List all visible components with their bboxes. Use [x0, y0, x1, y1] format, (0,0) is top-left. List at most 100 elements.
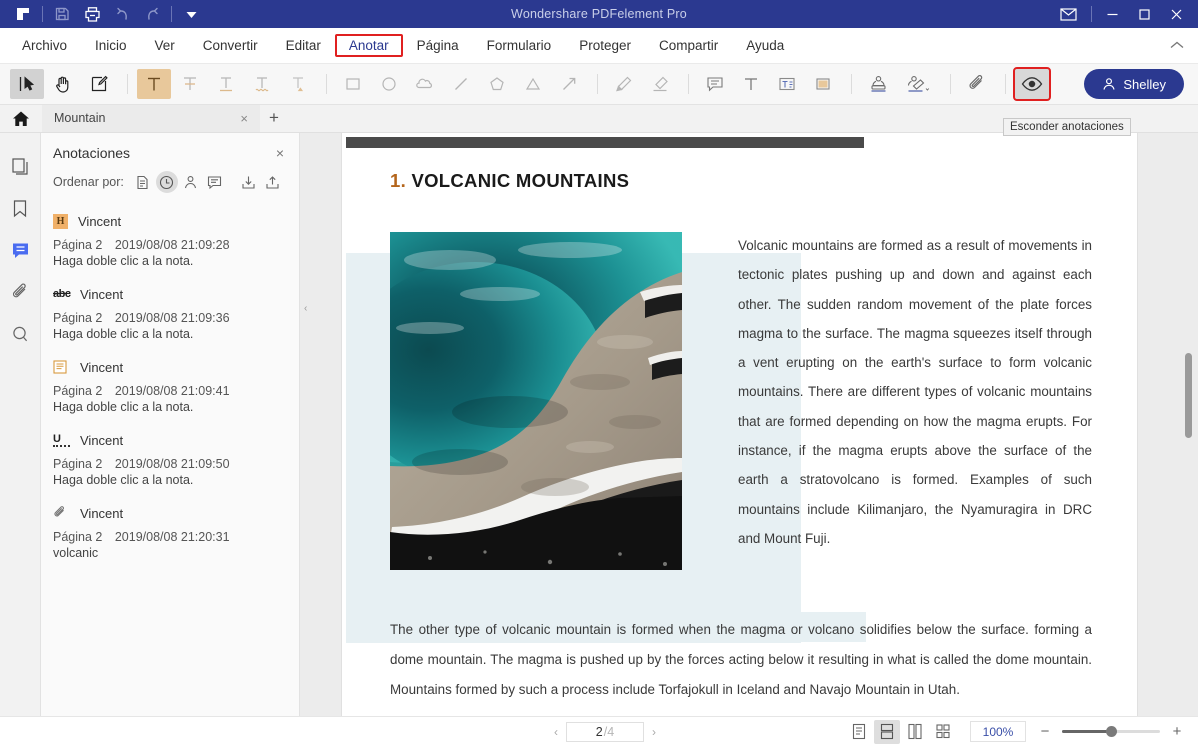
zoom-slider[interactable]	[1062, 726, 1160, 737]
close-button[interactable]	[1160, 0, 1192, 28]
menu-item-ver[interactable]: Ver	[141, 34, 189, 57]
pdf-page[interactable]: 1. VOLCANIC MOUNTAINS Volcanic mountains…	[342, 133, 1137, 716]
caret-tool[interactable]	[281, 69, 315, 99]
save-icon[interactable]	[47, 1, 77, 27]
line-tool[interactable]	[444, 69, 478, 99]
menu-item-ayuda[interactable]: Ayuda	[732, 34, 798, 57]
zoom-slider-handle[interactable]	[1106, 726, 1117, 737]
document-body-column: Volcanic mountains are formed as a resul…	[738, 238, 1092, 546]
view-mode-continuous[interactable]	[874, 719, 900, 744]
menu-bar: Archivo Inicio Ver Convertir Editar Anot…	[0, 28, 1198, 63]
menu-item-archivo[interactable]: Archivo	[8, 34, 81, 57]
maximize-button[interactable]	[1128, 0, 1160, 28]
polygon-tool[interactable]	[480, 69, 514, 99]
sort-by-page-icon[interactable]	[132, 171, 154, 193]
underline-tool[interactable]	[209, 69, 243, 99]
sort-by-time-icon[interactable]	[155, 171, 178, 193]
eraser-tool[interactable]	[643, 69, 677, 99]
divider	[171, 6, 172, 22]
hand-tool[interactable]	[46, 69, 80, 99]
strikethrough-badge-icon: abc	[53, 288, 71, 300]
ellipse-tool[interactable]	[372, 69, 406, 99]
document-tab[interactable]: Mountain ×	[42, 104, 260, 132]
cloud-tool[interactable]	[408, 69, 442, 99]
typewriter-tool[interactable]	[770, 69, 804, 99]
menu-item-proteger[interactable]: Proteger	[565, 34, 645, 57]
document-image	[390, 232, 682, 570]
sort-by-type-icon[interactable]	[204, 171, 226, 193]
user-account-button[interactable]: Shelley	[1084, 69, 1184, 99]
zoom-in-button[interactable]: +	[1168, 723, 1186, 740]
annotation-text: volcanic	[53, 546, 99, 560]
menu-item-pagina[interactable]: Página	[403, 34, 473, 57]
list-item[interactable]: Vincent Página 2 2019/08/08 21:20:31 vol…	[41, 497, 299, 570]
previous-page-button[interactable]: ‹	[550, 725, 562, 739]
undo-icon[interactable]	[107, 1, 137, 27]
menu-item-editar[interactable]: Editar	[272, 34, 335, 57]
hide-annotations-tool[interactable]	[1013, 67, 1051, 101]
print-icon[interactable]	[77, 1, 107, 27]
list-item[interactable]: H Vincent Página 2 2019/08/08 21:09:28 H…	[41, 205, 299, 278]
text-box-tool[interactable]	[734, 69, 768, 99]
collapse-panel-handle[interactable]: ‹	[304, 303, 307, 314]
edit-note-tool[interactable]	[82, 69, 116, 99]
sticky-note-tool[interactable]	[698, 69, 732, 99]
next-page-button[interactable]: ›	[648, 725, 660, 739]
customize-dropdown-icon[interactable]	[176, 1, 206, 27]
annotation-timestamp: 2019/08/08 21:09:50	[114, 457, 230, 471]
sidebar-item-search[interactable]	[7, 321, 33, 347]
user-name-label: Shelley	[1123, 76, 1166, 92]
arrow-tool[interactable]	[552, 69, 586, 99]
menu-item-inicio[interactable]: Inicio	[81, 34, 141, 57]
list-item[interactable]: U Vincent Página 2 2019/08/08 21:09:50 H…	[41, 424, 299, 497]
import-annotations-icon[interactable]	[238, 171, 260, 193]
signature-tool[interactable]	[897, 69, 939, 99]
zoom-out-button[interactable]: −	[1036, 723, 1054, 740]
menu-item-compartir[interactable]: Compartir	[645, 34, 732, 57]
pencil-tool[interactable]	[607, 69, 641, 99]
page-title: 1. VOLCANIC MOUNTAINS	[390, 170, 629, 192]
sidebar-item-comments[interactable]	[7, 237, 33, 263]
sidebar-item-thumbnails[interactable]	[7, 153, 33, 179]
highlight-badge-icon: H	[53, 213, 68, 229]
redo-icon[interactable]	[137, 1, 167, 27]
strikethrough-tool[interactable]	[173, 69, 207, 99]
annotation-author: Vincent	[80, 505, 124, 521]
close-icon[interactable]: ×	[236, 111, 252, 126]
logo-icon[interactable]	[8, 1, 38, 27]
sidebar-item-attachments[interactable]	[7, 279, 33, 305]
page-navigation: ‹ 2 /4 ›	[550, 721, 660, 742]
menu-item-formulario[interactable]: Formulario	[473, 34, 566, 57]
vertical-scrollbar[interactable]	[1185, 353, 1192, 438]
view-mode-two-page[interactable]	[902, 720, 928, 744]
rectangle-tool[interactable]	[336, 69, 370, 99]
attachment-tool[interactable]	[960, 69, 994, 99]
select-tool[interactable]	[10, 69, 44, 99]
heading-text: VOLCANIC MOUNTAINS	[406, 170, 630, 191]
page-number-input[interactable]: 2 /4	[566, 721, 644, 742]
document-tab-label: Mountain	[54, 111, 106, 125]
menu-item-anotar[interactable]: Anotar	[334, 34, 403, 57]
zoom-input[interactable]: 100%	[970, 721, 1026, 742]
export-annotations-icon[interactable]	[262, 171, 284, 193]
view-mode-grid[interactable]	[930, 720, 956, 744]
home-icon[interactable]	[0, 104, 42, 132]
menu-item-convertir[interactable]: Convertir	[189, 34, 272, 57]
sidebar-item-bookmarks[interactable]	[7, 195, 33, 221]
sort-by-author-icon[interactable]	[180, 171, 202, 193]
list-item[interactable]: Vincent Página 2 2019/08/08 21:09:41 Hag…	[41, 351, 299, 424]
list-item[interactable]: abc Vincent Página 2 2019/08/08 21:09:36…	[41, 278, 299, 351]
squiggly-underline-tool[interactable]	[245, 69, 279, 99]
highlight-tool[interactable]	[137, 69, 171, 99]
text-area-tool[interactable]	[806, 69, 840, 99]
annotation-page: Página 2	[53, 384, 103, 398]
collapse-ribbon-icon[interactable]	[1170, 41, 1198, 50]
close-icon[interactable]: ×	[273, 145, 287, 161]
minimize-button[interactable]	[1096, 0, 1128, 28]
mail-icon[interactable]	[1049, 0, 1087, 28]
sidebar-rail	[0, 133, 41, 716]
stamp-tool[interactable]	[861, 69, 895, 99]
polyline-tool[interactable]	[516, 69, 550, 99]
new-tab-button[interactable]: +	[260, 104, 288, 132]
view-mode-single-page[interactable]	[846, 720, 872, 744]
